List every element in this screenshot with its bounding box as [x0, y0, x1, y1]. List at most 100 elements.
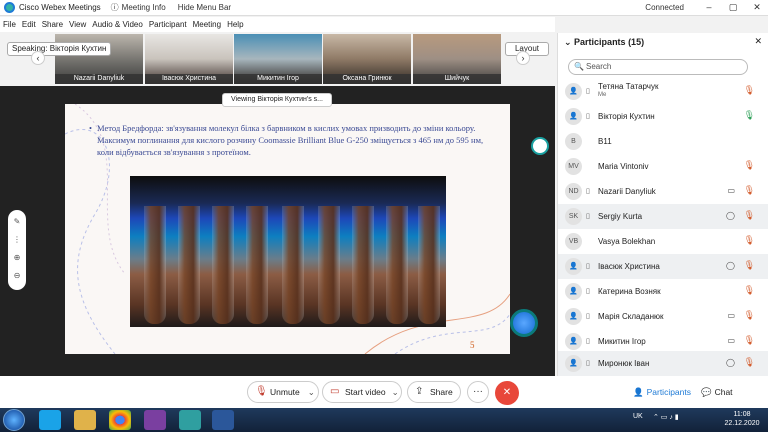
system-clock[interactable]: 11:08 22.12.2020 [722, 410, 762, 428]
menu-edit[interactable]: Edit [22, 20, 36, 29]
participant-row[interactable]: 👤 ▯ Катерина Возняк 🎙 [558, 279, 768, 304]
word-icon[interactable] [212, 410, 234, 430]
mic-muted-icon[interactable]: 🎙 [744, 285, 755, 296]
participant-name: Катерина Возняк [598, 287, 661, 296]
participant-row[interactable]: MV Maria Vintoniv 🎙 [558, 154, 768, 179]
participant-row[interactable]: VB Vasya Bolekhan 🎙 [558, 229, 768, 254]
prev-arrow-icon[interactable]: ‹ [31, 51, 45, 65]
chat-icon: 💬 [701, 387, 712, 397]
info-icon: ⓘ [110, 3, 119, 12]
file-explorer-icon[interactable] [74, 410, 96, 430]
floating-control-icon[interactable] [510, 309, 538, 337]
video-thumbnail[interactable]: Івасюк Христина [145, 34, 233, 84]
participant-row[interactable]: 👤 ▯ Миронюк Іван ◯ 🎙 [558, 351, 768, 376]
save-disk-icon[interactable] [144, 410, 166, 430]
mic-muted-icon[interactable]: 🎙 [744, 310, 755, 321]
viewing-banner: Viewing Вікторія Кухтин's s... [222, 93, 332, 107]
unmute-button[interactable]: 🎙 Unmute ⌄ [247, 381, 319, 403]
mic-muted-icon[interactable]: 🎙 [744, 357, 755, 368]
mic-muted-icon[interactable]: 🎙 [744, 260, 755, 271]
language-indicator[interactable]: UK [633, 413, 643, 420]
participant-row[interactable]: 👤 ▯ Вікторія Кухтин 🎙 [558, 104, 768, 129]
chevron-down-icon[interactable]: ⌄ [564, 37, 574, 47]
video-icon: ▭ [727, 311, 735, 320]
pointer-icon[interactable]: ⋮ [9, 232, 25, 248]
mic-muted-icon[interactable]: 🎙 [744, 335, 755, 346]
test-tube [178, 206, 200, 324]
skype-icon[interactable] [39, 410, 61, 430]
next-arrow-icon[interactable]: › [516, 51, 530, 65]
chat-button[interactable]: 💬 Chat [701, 384, 733, 400]
minimize-button[interactable]: – [698, 0, 720, 16]
participants-panel: ⌄ Participants (15) ✕ 🔍 Search 👤 ▯ Тетяна… [557, 33, 768, 376]
participant-name: Миронюк Іван [598, 359, 650, 368]
end-meeting-button[interactable]: ✕ [495, 381, 519, 405]
menu-file[interactable]: File [3, 20, 16, 29]
video-thumbnail[interactable]: Микитин Ігор [234, 34, 322, 84]
chevron-down-icon: ⌄ [391, 387, 399, 397]
avatar: ND [565, 183, 582, 200]
slide-page-number: 5 [470, 340, 475, 350]
mic-muted-icon[interactable]: 🎙 [744, 235, 755, 246]
device-icon: ▯ [586, 88, 590, 95]
chat-icon[interactable]: ◯ [726, 211, 735, 220]
more-options-button[interactable]: ··· [467, 381, 489, 403]
chat-icon[interactable]: ◯ [726, 261, 735, 270]
avatar: 👤 [565, 308, 582, 325]
zoom-out-icon[interactable]: ⊖ [9, 268, 25, 284]
slide-text: Метод Бредфорда: зв'язування молекул біл… [89, 122, 487, 158]
menu-help[interactable]: Help [227, 20, 243, 29]
webex-taskbar-icon[interactable] [179, 410, 201, 430]
participant-row[interactable]: 👤 ▯ Марія Складанюк ▭ 🎙 [558, 304, 768, 329]
participant-row[interactable]: ND ▯ Nazarii Danyliuk ▭ 🎙 [558, 179, 768, 204]
avatar: 👤 [565, 283, 582, 300]
hide-menu-bar-button[interactable]: Hide Menu Bar [178, 3, 231, 12]
device-icon: ▯ [586, 213, 590, 220]
mic-muted-icon[interactable]: 🎙 [744, 185, 755, 196]
avatar: 👤 [565, 83, 582, 100]
chat-icon[interactable]: ◯ [726, 358, 735, 367]
thumbnail-name: Шийчук [413, 74, 501, 84]
start-menu-icon[interactable] [3, 409, 25, 431]
close-window-button[interactable]: ✕ [746, 0, 768, 16]
annotate-icon[interactable]: ✎ [9, 214, 25, 230]
tray-icons[interactable]: ⌃ ▭ ♪ ▮ [653, 413, 679, 421]
participant-row[interactable]: SK ▯ Sergiy Kurta ◯ 🎙 [558, 204, 768, 229]
clock-date: 22.12.2020 [724, 420, 760, 427]
annotation-toolbar: ✎ ⋮ ⊕ ⊖ [8, 210, 26, 290]
chrome-icon[interactable] [109, 410, 131, 430]
start-video-button[interactable]: ▭ Start video ⌄ [322, 381, 402, 403]
participant-row[interactable]: 👤 ▯ Івасюк Христина ◯ 🎙 [558, 254, 768, 279]
menu-participant[interactable]: Participant [149, 20, 187, 29]
participants-icon: 👤 [633, 387, 644, 397]
mic-active-icon[interactable]: 🎙 [744, 110, 755, 121]
maximize-button[interactable]: ▢ [722, 0, 744, 16]
menu-meeting[interactable]: Meeting [193, 20, 221, 29]
video-thumbnail[interactable]: Шийчук [413, 34, 501, 84]
test-tube [144, 206, 166, 324]
close-panel-button[interactable]: ✕ [754, 36, 762, 47]
mic-muted-icon[interactable]: 🎙 [744, 160, 755, 171]
participant-search-input[interactable]: 🔍 Search [568, 59, 748, 75]
avatar: SK [565, 208, 582, 225]
participant-name: Vasya Bolekhan [598, 237, 656, 246]
meeting-info-button[interactable]: ⓘ Meeting Info [111, 2, 166, 13]
participant-name: Івасюк Христина [598, 262, 660, 271]
menu-share[interactable]: Share [42, 20, 63, 29]
video-thumbnail[interactable]: Оксана Гринюк [323, 34, 411, 84]
thumbnail-name: Івасюк Христина [145, 74, 233, 84]
share-icon: ⇪ [415, 386, 424, 397]
sharing-indicator-icon[interactable] [531, 137, 549, 155]
mic-muted-icon[interactable]: 🎙 [744, 210, 755, 221]
avatar: 👤 [565, 333, 582, 350]
share-button[interactable]: ⇪ Share [407, 381, 461, 403]
menu-view[interactable]: View [69, 20, 86, 29]
zoom-in-icon[interactable]: ⊕ [9, 250, 25, 266]
participant-row[interactable]: B B11 [558, 129, 768, 154]
mic-muted-icon[interactable]: 🎙 [744, 85, 755, 96]
video-icon: ▭ [727, 186, 735, 195]
participants-button[interactable]: 👤 Participants [633, 384, 691, 400]
device-icon: ▯ [586, 360, 590, 367]
menu-audio-video[interactable]: Audio & Video [92, 20, 143, 29]
participant-row[interactable]: 👤 ▯ Тетяна Татарчук Me 🎙 [558, 79, 768, 104]
